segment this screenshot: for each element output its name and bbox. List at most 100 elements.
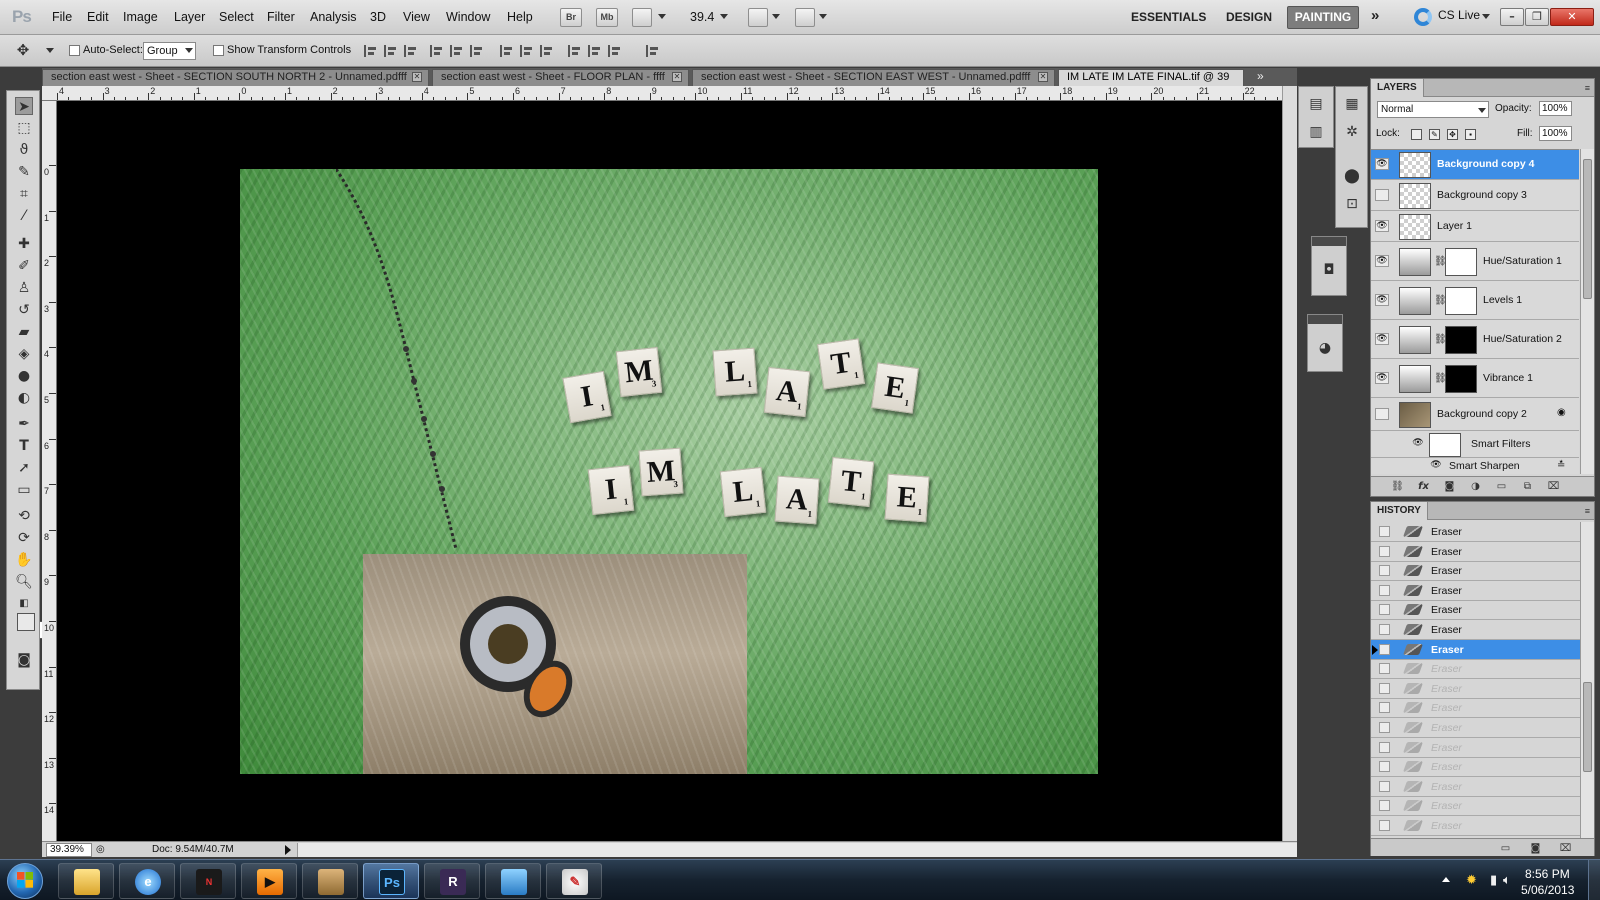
align-distribute-icon[interactable] bbox=[606, 44, 622, 58]
menu-select[interactable]: Select bbox=[219, 10, 254, 24]
screen-mode-dropdown-icon[interactable] bbox=[819, 14, 827, 19]
default-colors-icon[interactable]: ◧ bbox=[15, 595, 33, 613]
move-tool-preset-icon[interactable]: ✥ bbox=[14, 41, 32, 59]
adjustment-thumbnail-icon[interactable] bbox=[1399, 326, 1431, 354]
blend-mode-select[interactable]: Normal bbox=[1377, 101, 1489, 118]
histogram-icon[interactable]: ▥ bbox=[1307, 123, 1325, 141]
visibility-eye-icon[interactable]: 👁︎ bbox=[1375, 294, 1389, 306]
menu-layer[interactable]: Layer bbox=[174, 10, 205, 24]
show-hidden-icons-icon[interactable] bbox=[1442, 877, 1450, 882]
document-image[interactable]: I1M3L1A1T1E1I1M3L1A1T1E1 bbox=[240, 169, 1098, 774]
history-source-checkbox[interactable] bbox=[1379, 643, 1390, 655]
canvas-horizontal-scrollbar[interactable] bbox=[297, 843, 1297, 857]
layer-row-smart-sharpen[interactable]: 👁︎ Smart Sharpen ≛ bbox=[1371, 459, 1579, 474]
layers-tab[interactable]: LAYERS bbox=[1371, 79, 1424, 97]
history-state[interactable]: Eraser bbox=[1371, 600, 1581, 621]
history-state[interactable]: Eraser bbox=[1371, 679, 1581, 699]
close-button[interactable]: ✕ bbox=[1550, 8, 1594, 26]
type-tool-icon[interactable]: T bbox=[15, 437, 33, 455]
history-state[interactable]: Eraser bbox=[1371, 561, 1581, 582]
align-distribute-icon[interactable] bbox=[402, 44, 418, 58]
tab-section-east-west[interactable]: section east west - Sheet - SECTION EAST… bbox=[692, 69, 1055, 86]
menu-file[interactable]: File bbox=[52, 10, 72, 24]
align-distribute-icon[interactable] bbox=[586, 44, 602, 58]
lock-image-icon[interactable]: ✎ bbox=[1429, 129, 1440, 140]
delete-layer-icon[interactable]: ⌧ bbox=[1547, 481, 1560, 492]
swatches-icon[interactable]: ▦ bbox=[1343, 95, 1361, 113]
align-distribute-icon[interactable] bbox=[382, 44, 398, 58]
navigator-icon[interactable]: ▤ bbox=[1307, 95, 1325, 113]
layer-mask-thumbnail[interactable] bbox=[1445, 248, 1477, 276]
3d-panel-icon[interactable]: ⬤ bbox=[1343, 167, 1361, 185]
styles-icon[interactable]: ✲ bbox=[1343, 123, 1361, 141]
clone-source-icon[interactable]: ◕ bbox=[1316, 339, 1334, 357]
adjustment-thumbnail-icon[interactable] bbox=[1399, 248, 1431, 276]
history-tab[interactable]: HISTORY bbox=[1371, 502, 1428, 520]
rectangle-tool-icon[interactable]: ▭ bbox=[15, 481, 33, 499]
layer-mask-thumbnail[interactable] bbox=[1445, 365, 1477, 393]
3d-rotate-tool-icon[interactable]: ⟲ bbox=[15, 507, 33, 525]
quick-mask-icon[interactable]: ◙ bbox=[15, 651, 33, 669]
align-distribute-icon[interactable] bbox=[448, 44, 464, 58]
history-state[interactable]: Eraser bbox=[1371, 718, 1581, 738]
network-icon[interactable]: ▮ bbox=[1490, 873, 1497, 888]
visibility-eye-icon[interactable]: 👁︎ bbox=[1375, 333, 1389, 345]
path-selection-tool-icon[interactable]: ➚ bbox=[15, 459, 33, 477]
canvas-area[interactable]: I1M3L1A1T1E1I1M3L1A1T1E1 bbox=[57, 101, 1282, 841]
menu-filter[interactable]: Filter bbox=[267, 10, 295, 24]
pen-tool-icon[interactable]: ✒ bbox=[15, 415, 33, 433]
lock-transparent-icon[interactable] bbox=[1411, 129, 1422, 140]
new-layer-icon[interactable]: ⧉ bbox=[1521, 481, 1534, 492]
align-distribute-icon[interactable] bbox=[538, 44, 554, 58]
auto-select-dropdown-icon[interactable] bbox=[185, 48, 193, 53]
adjustment-thumbnail-icon[interactable] bbox=[1399, 365, 1431, 393]
mini-bridge-button[interactable]: Mb bbox=[596, 8, 618, 27]
healing-brush-tool-icon[interactable]: ✚ bbox=[15, 235, 33, 253]
layers-scroll-thumb[interactable] bbox=[1583, 159, 1592, 299]
minimize-button[interactable]: – bbox=[1500, 8, 1524, 26]
history-source-checkbox[interactable] bbox=[1379, 584, 1390, 596]
adjustment-layer-icon[interactable]: ◑ bbox=[1469, 481, 1482, 492]
adjustment-thumbnail-icon[interactable] bbox=[1399, 287, 1431, 315]
marquee-tool-icon[interactable]: ⬚ bbox=[15, 119, 33, 137]
history-state[interactable]: Eraser bbox=[1371, 816, 1581, 836]
cs-live-dropdown-icon[interactable] bbox=[1482, 14, 1490, 19]
close-tab-icon[interactable]: ✕ bbox=[412, 72, 422, 82]
status-menu-arrow-icon[interactable] bbox=[285, 845, 291, 855]
tab-section-south-north[interactable]: section east west - Sheet - SECTION SOUT… bbox=[42, 69, 429, 86]
panel-menu-icon[interactable]: ≡ bbox=[1585, 83, 1590, 93]
history-source-checkbox[interactable] bbox=[1379, 800, 1390, 812]
menu-window[interactable]: Window bbox=[446, 10, 490, 24]
hand-tool-icon[interactable]: ✋ bbox=[15, 551, 33, 569]
more-tabs-icon[interactable]: » bbox=[1257, 69, 1264, 83]
history-state[interactable]: Eraser bbox=[1371, 542, 1581, 562]
align-distribute-icon[interactable] bbox=[468, 44, 484, 58]
delete-state-icon[interactable]: ⌧ bbox=[1559, 843, 1572, 854]
taskbar-app-paint[interactable]: ✎ bbox=[546, 863, 602, 899]
dock-strip[interactable] bbox=[1312, 237, 1346, 246]
smart-filter-eye-icon[interactable]: 👁︎ bbox=[1411, 438, 1425, 450]
zoom-level[interactable]: 39.4 bbox=[690, 10, 714, 24]
menu-image[interactable]: Image bbox=[123, 10, 158, 24]
layer-row-background-copy-2[interactable]: Background copy 2 ◉ bbox=[1371, 399, 1579, 431]
panel-menu-icon[interactable]: ≡ bbox=[1585, 506, 1590, 516]
history-source-checkbox[interactable] bbox=[1379, 741, 1390, 753]
action-center-icon[interactable]: ✹ bbox=[1466, 873, 1477, 888]
workspace-painting[interactable]: PAINTING bbox=[1287, 6, 1359, 29]
menu-3d[interactable]: 3D bbox=[370, 10, 386, 24]
menu-help[interactable]: Help bbox=[507, 10, 533, 24]
history-source-checkbox[interactable] bbox=[1379, 761, 1390, 773]
workspace-design[interactable]: DESIGN bbox=[1226, 10, 1272, 24]
layer-row-levels-1[interactable]: 👁︎ ⛓ Levels 1 bbox=[1371, 282, 1579, 320]
history-scrollbar[interactable] bbox=[1580, 522, 1594, 838]
blend-dropdown-icon[interactable] bbox=[1478, 108, 1486, 113]
taskbar-app-media-player[interactable]: ▶ bbox=[241, 863, 297, 899]
history-state[interactable]: Eraser bbox=[1371, 620, 1581, 640]
zoom-dropdown-icon[interactable] bbox=[720, 14, 728, 19]
zoom-tool-icon[interactable]: 🔍︎ bbox=[15, 573, 33, 591]
history-source-checkbox[interactable] bbox=[1379, 682, 1390, 694]
new-snapshot-icon[interactable]: ◙ bbox=[1529, 843, 1542, 854]
history-source-checkbox[interactable] bbox=[1379, 526, 1390, 537]
taskbar-app-photoshop[interactable]: Ps bbox=[363, 863, 419, 899]
history-source-checkbox[interactable] bbox=[1379, 722, 1390, 733]
